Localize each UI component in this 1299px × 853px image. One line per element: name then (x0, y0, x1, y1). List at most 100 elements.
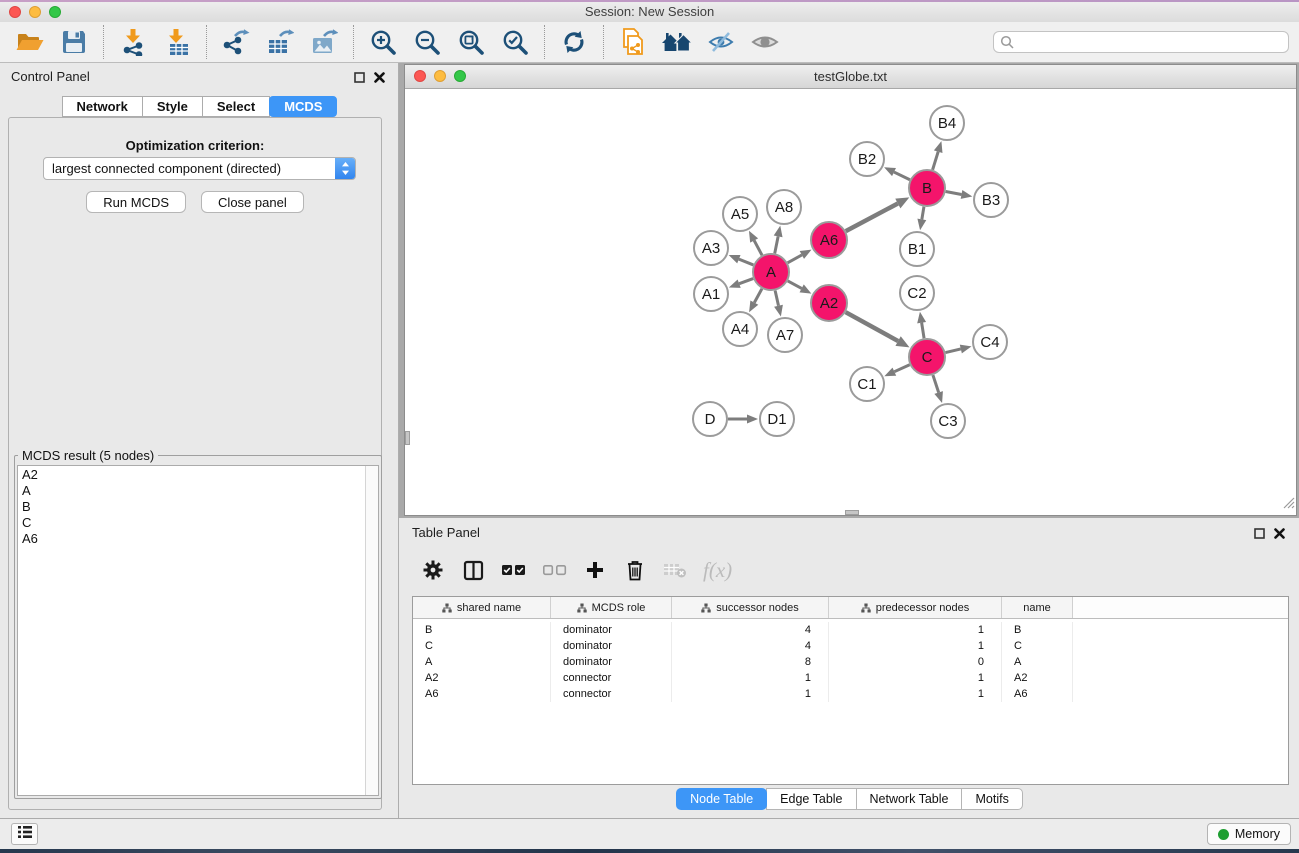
graph-edge-A-A8[interactable] (774, 226, 783, 254)
hide-details-button[interactable] (703, 25, 739, 59)
column-header-successor-nodes[interactable]: successor nodes (672, 597, 829, 618)
graph-node-A5[interactable]: A5 (723, 197, 757, 231)
graph-node-C4[interactable]: C4 (973, 325, 1007, 359)
resize-grip[interactable] (1283, 496, 1295, 514)
import-network-button[interactable] (115, 25, 151, 59)
graph-edge-A-A4[interactable] (749, 289, 762, 313)
tab-edge-table[interactable]: Edge Table (766, 788, 856, 810)
graph-edge-B-B4[interactable] (933, 141, 943, 170)
graph-node-A3[interactable]: A3 (694, 231, 728, 265)
criterion-dropdown[interactable]: largest connected component (directed) (43, 157, 356, 180)
graph-edge-C-C4[interactable] (945, 345, 971, 354)
graph-node-A4[interactable]: A4 (723, 312, 757, 346)
search-input[interactable] (1018, 33, 1288, 51)
close-window-button[interactable] (9, 6, 21, 18)
zoom-in-button[interactable] (365, 25, 401, 59)
graph-node-C2[interactable]: C2 (900, 276, 934, 310)
network-window-titlebar[interactable]: testGlobe.txt (405, 65, 1296, 89)
network-overview-button[interactable] (659, 25, 695, 59)
table-row[interactable]: A6connector11A6 (413, 686, 1288, 702)
zoom-out-button[interactable] (409, 25, 445, 59)
fullscreen-window-button[interactable] (49, 6, 61, 18)
column-header-shared-name[interactable]: shared name (413, 597, 551, 618)
vertical-scroll-thumb[interactable] (405, 431, 410, 445)
network-close-button[interactable] (414, 70, 426, 82)
graph-edge-A-A3[interactable] (729, 255, 754, 265)
table-row[interactable]: Cdominator41C (413, 638, 1288, 654)
graph-edge-A-A5[interactable] (749, 231, 762, 255)
zoom-selected-button[interactable] (497, 25, 533, 59)
graph-node-C[interactable]: C (909, 339, 945, 375)
graph-edge-B-B1[interactable] (917, 207, 926, 231)
show-details-button[interactable] (747, 25, 783, 59)
graph-edge-A-A6[interactable] (788, 250, 812, 263)
tab-node-table[interactable]: Node Table (676, 788, 767, 810)
graph-node-B4[interactable]: B4 (930, 106, 964, 140)
graph-edge-A-A1[interactable] (729, 279, 753, 288)
graph-node-C1[interactable]: C1 (850, 367, 884, 401)
result-scrollbar[interactable] (365, 466, 378, 795)
graph-edge-A-A2[interactable] (788, 281, 812, 294)
tab-network[interactable]: Network (62, 96, 143, 117)
result-item[interactable]: A (18, 483, 378, 499)
network-zoom-button[interactable] (454, 70, 466, 82)
result-item[interactable]: C (18, 515, 378, 531)
result-item[interactable]: A6 (18, 531, 378, 547)
close-panel-button[interactable]: Close panel (201, 191, 304, 213)
tab-mcds[interactable]: MCDS (269, 96, 337, 117)
select-all-button[interactable] (501, 556, 526, 584)
save-session-button[interactable] (56, 25, 92, 59)
graph-node-A6[interactable]: A6 (811, 222, 847, 258)
tab-style[interactable]: Style (142, 96, 203, 117)
network-minimize-button[interactable] (434, 70, 446, 82)
column-header-MCDS-role[interactable]: MCDS role (551, 597, 672, 618)
graph-node-B2[interactable]: B2 (850, 142, 884, 176)
graph-node-A[interactable]: A (753, 254, 789, 290)
tab-network-table[interactable]: Network Table (856, 788, 963, 810)
table-row[interactable]: A2connector11A2 (413, 670, 1288, 686)
refresh-button[interactable] (556, 25, 592, 59)
graph-edge-C-C1[interactable] (884, 365, 909, 376)
task-history-button[interactable] (11, 823, 38, 845)
graph-node-C3[interactable]: C3 (931, 404, 965, 438)
tab-motifs[interactable]: Motifs (961, 788, 1022, 810)
graph-node-D[interactable]: D (693, 402, 727, 436)
graph-node-B1[interactable]: B1 (900, 232, 934, 266)
unselect-all-button[interactable] (542, 556, 567, 584)
add-column-button[interactable] (583, 556, 607, 584)
close-panel-icon[interactable] (374, 70, 385, 88)
run-mcds-button[interactable]: Run MCDS (86, 191, 186, 213)
graph-edge-C-C3[interactable] (933, 375, 943, 403)
graph-edge-A-A7[interactable] (774, 291, 783, 317)
graph-edge-C-C2[interactable] (917, 312, 926, 338)
graph-edge-D-D1[interactable] (728, 415, 758, 424)
import-table-button[interactable] (159, 25, 195, 59)
memory-button[interactable]: Memory (1207, 823, 1291, 845)
graph-node-A8[interactable]: A8 (767, 190, 801, 224)
minimize-window-button[interactable] (29, 6, 41, 18)
gear-button[interactable] (421, 556, 445, 584)
delete-columns-button[interactable] (623, 556, 647, 584)
graph-node-B3[interactable]: B3 (974, 183, 1008, 217)
close-table-panel-icon[interactable] (1274, 526, 1285, 544)
float-panel-icon[interactable] (354, 70, 365, 88)
graph-node-A1[interactable]: A1 (694, 277, 728, 311)
result-item[interactable]: B (18, 499, 378, 515)
columns-button[interactable] (461, 556, 485, 584)
graph-edge-B-B3[interactable] (946, 190, 973, 199)
graph-node-D1[interactable]: D1 (760, 402, 794, 436)
float-table-panel-icon[interactable] (1254, 526, 1265, 544)
export-table-button[interactable] (262, 25, 298, 59)
network-view[interactable]: B4B2BB3B1A5A8A6A3AA1A4A7A2C2CC4C1C3DD1 (405, 89, 1296, 515)
graph-edge-A6-B[interactable] (846, 197, 910, 231)
column-header-predecessor-nodes[interactable]: predecessor nodes (829, 597, 1002, 618)
tab-select[interactable]: Select (202, 96, 270, 117)
open-file-button[interactable] (12, 25, 48, 59)
graph-edge-A2-C[interactable] (846, 312, 910, 347)
result-item[interactable]: A2 (18, 467, 378, 483)
graph-node-A7[interactable]: A7 (768, 318, 802, 352)
graph-node-B[interactable]: B (909, 170, 945, 206)
horizontal-scroll-thumb[interactable] (845, 510, 859, 515)
export-image-button[interactable] (306, 25, 342, 59)
export-network-button[interactable] (218, 25, 254, 59)
